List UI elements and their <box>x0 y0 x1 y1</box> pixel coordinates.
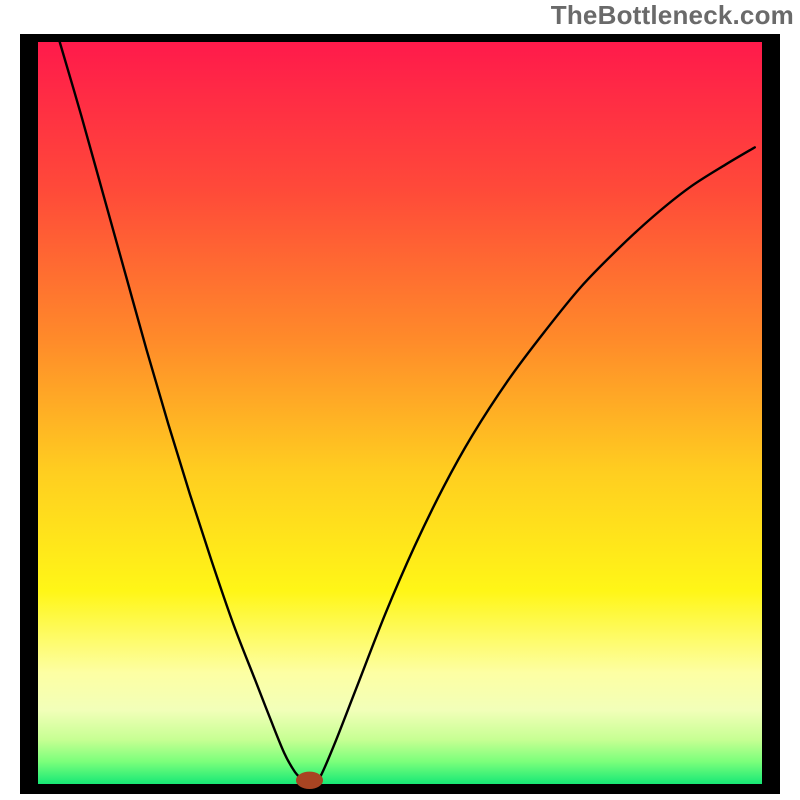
optimum-marker <box>296 772 322 788</box>
chart-frame: TheBottleneck.com <box>0 0 800 800</box>
gradient-background <box>38 42 762 784</box>
chart-svg <box>20 34 780 794</box>
watermark-text: TheBottleneck.com <box>551 0 794 31</box>
plot-area <box>20 34 780 794</box>
